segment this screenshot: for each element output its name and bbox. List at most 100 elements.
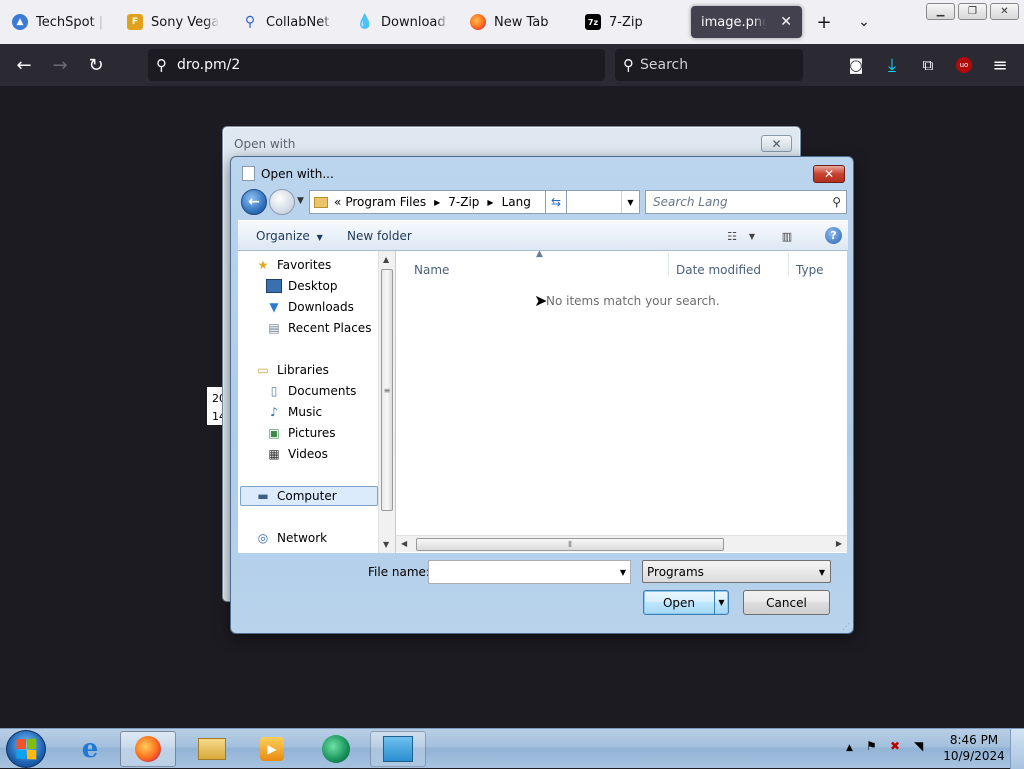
tab-title: New Tab	[494, 14, 549, 30]
nav-videos[interactable]: ▦ Videos	[266, 444, 328, 464]
nav-recent-places[interactable]: ▤ Recent Places	[266, 318, 371, 338]
taskbar: e ▶ ▲ ⚑ ✖ ◥ 8:46 PM 10/9/2024	[0, 728, 1024, 769]
taskbar-media-player[interactable]: ▶	[244, 731, 300, 767]
scroll-right-arrow[interactable]: ▶	[836, 539, 842, 548]
nav-music[interactable]: ♪ Music	[266, 402, 322, 422]
new-tab-button[interactable]: +	[812, 10, 836, 34]
start-button[interactable]	[6, 730, 46, 768]
column-divider[interactable]	[668, 253, 669, 277]
volume-icon[interactable]: ◥	[914, 739, 923, 753]
scroll-up-arrow[interactable]: ▲	[383, 255, 389, 264]
menu-button[interactable]: ≡	[988, 53, 1012, 77]
downloads-button[interactable]: ⤓	[880, 53, 904, 77]
breadcrumb-lang[interactable]: Lang	[498, 195, 535, 209]
column-header-date-modified[interactable]: Date modified	[676, 263, 761, 277]
address-dropdown[interactable]: ▼	[621, 191, 639, 213]
nav-pane-scrollbar[interactable]: ▲ ≡ ▼	[378, 251, 395, 553]
show-hidden-icons-button[interactable]: ▲	[846, 743, 853, 753]
back-button[interactable]: ←	[12, 53, 36, 77]
close-icon: ✕	[771, 136, 782, 151]
network-disconnected-icon[interactable]: ✖	[890, 739, 900, 753]
view-options-button[interactable]: ☷	[723, 227, 741, 245]
taskbar-internet-explorer[interactable]: e	[62, 731, 118, 767]
search-lang-input[interactable]: Search Lang ⚲	[645, 190, 847, 214]
nav-desktop[interactable]: Desktop	[266, 276, 338, 296]
tab-techspot[interactable]: ▲ TechSpot | Te	[2, 6, 114, 38]
new-folder-button[interactable]: New folder	[347, 229, 412, 243]
ublock-button[interactable]: uo	[952, 53, 976, 77]
address-bar[interactable]: « Program Files ▶ 7-Zip ▶ Lang ▼	[309, 190, 640, 214]
nav-label: Network	[277, 531, 328, 545]
close-icon: ✕	[1000, 6, 1009, 17]
chevron-down-icon: ⌄	[858, 14, 870, 30]
nav-documents[interactable]: ▯ Documents	[266, 381, 357, 401]
scrollbar-thumb[interactable]: ≡	[381, 269, 393, 511]
tab-new-tab[interactable]: New Tab	[460, 6, 572, 38]
back-button[interactable]: ←	[241, 189, 267, 215]
file-type-select[interactable]: Programs ▼	[642, 560, 831, 583]
nav-label: Libraries	[277, 363, 329, 377]
nav-pictures[interactable]: ▣ Pictures	[266, 423, 335, 443]
nav-label: Documents	[288, 384, 357, 398]
tab-download[interactable]: 💧 Download fil	[347, 6, 459, 38]
url-bar[interactable]: ⚲ dro.pm/2	[148, 49, 605, 81]
close-tab-icon[interactable]: ✕	[780, 14, 792, 30]
help-button[interactable]: ?	[825, 227, 842, 244]
chevron-down-icon[interactable]: ▼	[620, 568, 626, 577]
restore-button[interactable]: ❐	[958, 3, 987, 20]
breadcrumb-overflow[interactable]: «	[334, 195, 341, 209]
nav-computer[interactable]: ▬ Computer	[240, 486, 378, 506]
pocket-button[interactable]: ◙	[844, 53, 868, 77]
taskbar-dialog-window[interactable]	[370, 731, 426, 767]
open-button[interactable]: Open ▼	[643, 590, 729, 615]
history-dropdown[interactable]: ▼	[297, 196, 304, 206]
techspot-icon: ▲	[12, 14, 28, 30]
refresh-button[interactable]: ⇆	[545, 190, 567, 214]
taskbar-firefox[interactable]	[120, 731, 176, 767]
minimize-button[interactable]: ▁	[926, 3, 955, 20]
reload-button[interactable]: ↻	[84, 53, 108, 77]
nav-libraries[interactable]: ▭ Libraries	[255, 360, 329, 380]
forward-button[interactable]: →	[48, 53, 72, 77]
nav-favorites[interactable]: ★ Favorites	[255, 255, 332, 275]
taskbar-explorer[interactable]	[184, 731, 240, 767]
tab-7zip[interactable]: 7z 7-Zip	[575, 6, 687, 38]
file-list-pane[interactable]: ▲ Name Date modified Type No items match…	[396, 249, 847, 553]
clock[interactable]: 8:46 PM 10/9/2024	[940, 732, 1008, 764]
nav-downloads[interactable]: ▼ Downloads	[266, 297, 354, 317]
view-dropdown[interactable]: ▼	[743, 227, 761, 245]
search-icon: ⚲	[244, 14, 256, 30]
close-button[interactable]: ✕	[813, 165, 845, 183]
organize-button[interactable]: Organize ▼	[256, 229, 323, 243]
tab-collabnet[interactable]: ⚲ CollabNet Se	[232, 6, 344, 38]
column-divider[interactable]	[788, 253, 789, 277]
column-header-type[interactable]: Type	[796, 263, 824, 277]
extensions-button[interactable]: ⧉	[916, 53, 940, 77]
chevron-right-icon[interactable]: ▶	[483, 198, 497, 207]
preview-pane-button[interactable]: ▥	[778, 227, 796, 245]
scrollbar-thumb[interactable]: ⦀	[416, 538, 724, 551]
taskbar-app[interactable]	[308, 731, 364, 767]
tab-image-png[interactable]: image.png (PN ✕	[691, 6, 802, 38]
nav-network[interactable]: ◎ Network	[255, 528, 327, 548]
column-header-name[interactable]: Name	[414, 263, 449, 277]
scroll-down-arrow[interactable]: ▼	[383, 540, 389, 549]
file-name-input[interactable]: ▼	[428, 560, 631, 584]
close-window-button[interactable]: ✕	[990, 3, 1019, 20]
file-list-hscrollbar[interactable]: ◀ ⦀ ▶	[396, 535, 847, 552]
tab-sony-vegas[interactable]: F Sony Vegas P	[117, 6, 229, 38]
chevron-right-icon[interactable]: ▶	[430, 198, 444, 207]
breadcrumb-7zip[interactable]: 7-Zip	[444, 195, 483, 209]
close-button[interactable]: ✕	[761, 135, 792, 152]
nav-label: Videos	[288, 447, 328, 461]
scroll-left-arrow[interactable]: ◀	[401, 539, 407, 548]
list-all-tabs-button[interactable]: ⌄	[852, 10, 876, 34]
search-bar[interactable]: ⚲ Search	[615, 49, 803, 81]
breadcrumb-program-files[interactable]: Program Files	[341, 195, 430, 209]
open-split-dropdown[interactable]: ▼	[714, 591, 728, 614]
resize-grip[interactable]: ⋰	[842, 622, 850, 631]
show-desktop-button[interactable]	[1010, 729, 1024, 769]
forward-button[interactable]	[269, 189, 295, 215]
cancel-button[interactable]: Cancel	[743, 590, 830, 615]
action-center-icon[interactable]: ⚑	[866, 739, 877, 753]
